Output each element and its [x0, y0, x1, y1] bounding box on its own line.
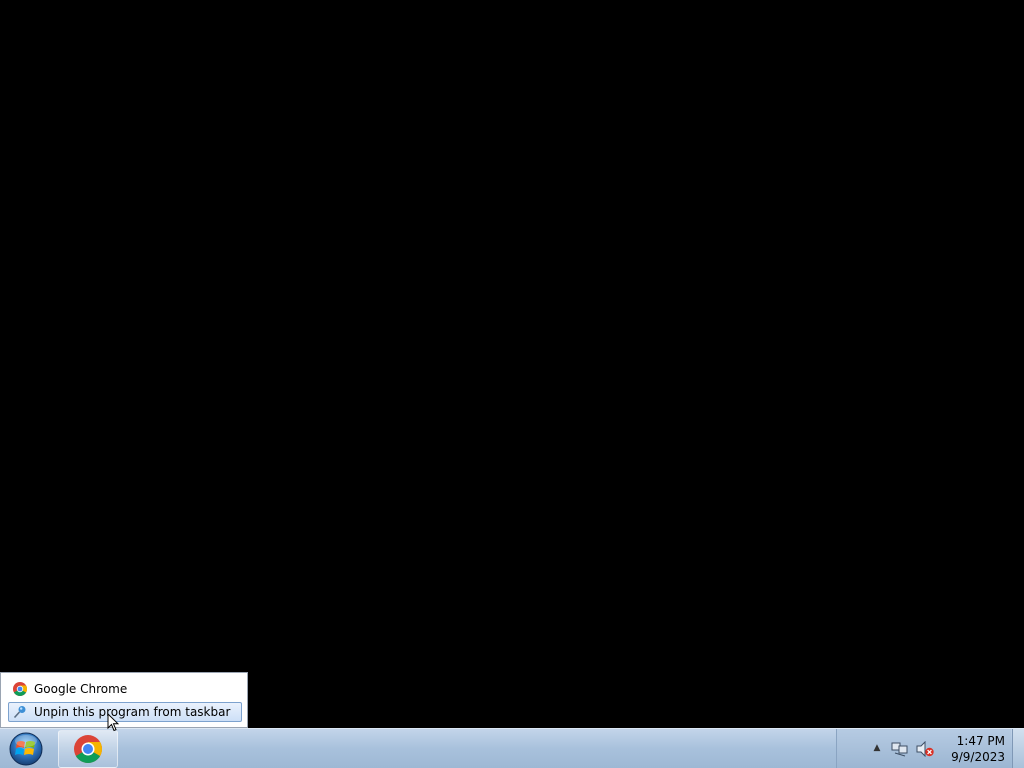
desktop — [0, 0, 1024, 728]
unpin-icon — [12, 704, 28, 720]
windows-start-orb-icon — [9, 732, 43, 766]
volume-muted-icon[interactable] — [915, 741, 935, 757]
unpin-from-taskbar-item[interactable]: Unpin this program from taskbar — [8, 702, 242, 722]
clock-date: 9/9/2023 — [951, 750, 1005, 764]
show-desktop-button[interactable] — [1012, 729, 1024, 768]
chrome-icon — [12, 681, 28, 697]
show-hidden-icons-arrow-icon[interactable]: ▲ — [871, 742, 883, 754]
chrome-icon — [74, 735, 102, 763]
jump-list-item-label: Unpin this program from taskbar — [34, 705, 231, 719]
clock-time: 1:47 PM — [956, 734, 1005, 748]
clock[interactable]: 1:47 PM 9/9/2023 — [941, 733, 1005, 765]
taskbar: ▲ 1:47 PM 9/9/2023 — [0, 728, 1024, 768]
taskbar-chrome-button[interactable] — [58, 730, 118, 768]
start-button[interactable] — [6, 730, 46, 768]
jump-list-item-google-chrome[interactable]: Google Chrome — [8, 679, 242, 699]
chrome-jump-list: Google Chrome Unpin this program from ta… — [0, 672, 248, 728]
system-tray: ▲ 1:47 PM 9/9/2023 — [836, 729, 1011, 768]
jump-list-item-label: Google Chrome — [34, 682, 128, 696]
network-icon[interactable] — [891, 741, 909, 757]
